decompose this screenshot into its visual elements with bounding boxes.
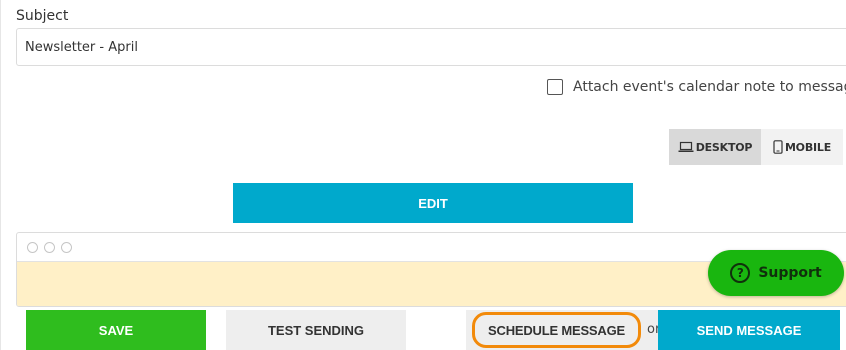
edit-button[interactable]: EDIT [233,183,633,223]
test-sending-button[interactable]: TEST SENDING [226,310,406,350]
subject-label: Subject [16,8,69,24]
support-button[interactable]: ? Support [708,250,844,296]
attach-calendar-checkbox[interactable] [547,79,563,95]
message-editor-panel: Subject Attach event's calendar note to … [0,0,846,350]
mobile-view-button[interactable]: MOBILE [761,129,843,165]
desktop-view-label: DESKTOP [695,140,753,154]
schedule-message-button[interactable]: SCHEDULE MESSAGE [472,312,641,348]
phone-icon [773,140,783,154]
desktop-view-button[interactable]: DESKTOP [669,129,761,165]
panel-border [0,0,1,350]
action-bar: SAVE TEST SENDING SCHEDULE MESSAGE or SE… [0,308,846,350]
save-button[interactable]: SAVE [26,310,206,350]
subject-input[interactable] [16,28,846,66]
support-label: Support [758,265,822,281]
view-toggle: DESKTOP MOBILE [669,129,843,165]
window-dot-icon [61,241,72,253]
laptop-icon [678,141,694,152]
attach-calendar-label[interactable]: Attach event's calendar note to message [573,79,846,95]
attach-calendar-note-option[interactable]: Attach event's calendar note to message [547,77,846,97]
window-dot-icon [44,241,55,253]
question-icon: ? [730,263,751,283]
mobile-view-label: MOBILE [784,140,832,154]
send-message-button[interactable]: SEND MESSAGE [658,310,840,350]
window-dot-icon [27,241,38,253]
